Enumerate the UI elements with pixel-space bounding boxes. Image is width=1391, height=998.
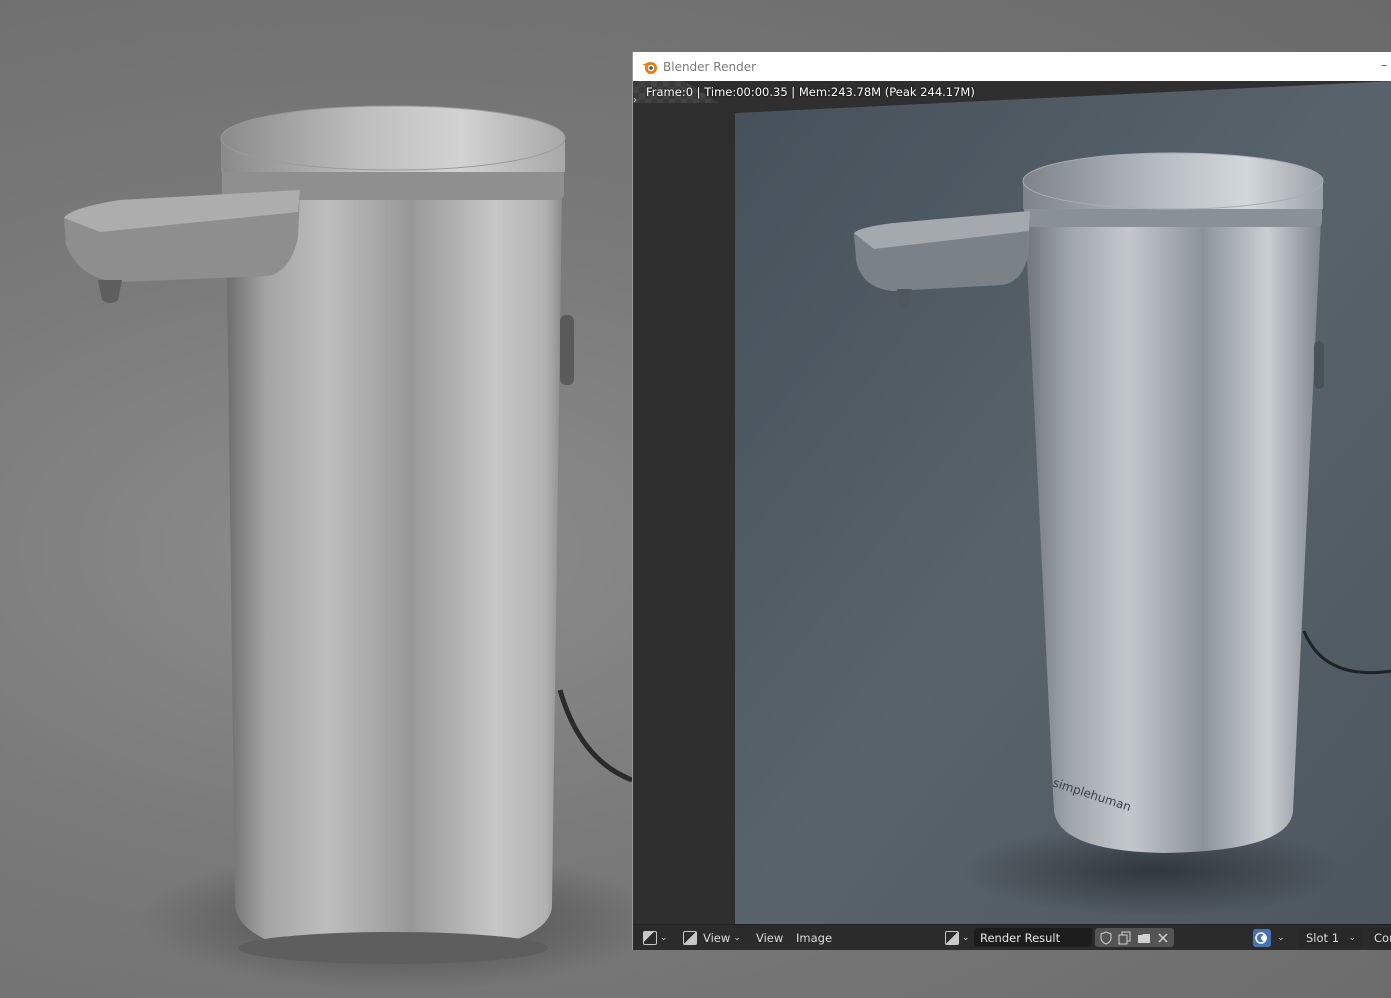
editor-type-button[interactable]: ⌄ bbox=[643, 928, 673, 947]
minimize-button[interactable]: – bbox=[1381, 58, 1391, 72]
dispenser-base bbox=[238, 932, 548, 964]
window-title: Blender Render bbox=[663, 59, 757, 74]
image-editor-area[interactable]: simplehuman Frame:0 | Time:00:00.35 | Me… bbox=[633, 81, 1391, 924]
chevron-down-icon: ⌄ bbox=[660, 932, 668, 943]
slot-dropdown[interactable]: Slot 1 ⌄ bbox=[1298, 928, 1362, 947]
image-pick-icon bbox=[945, 930, 959, 945]
image-name-field[interactable]: Render Result bbox=[974, 928, 1092, 947]
chevron-down-icon: ⌄ bbox=[1348, 932, 1356, 943]
view-mode-dropdown[interactable]: View ⌄ bbox=[683, 928, 741, 947]
view-menu[interactable]: View bbox=[756, 928, 783, 947]
composite-dropdown[interactable]: Com bbox=[1369, 928, 1391, 947]
blender-logo-icon bbox=[642, 61, 657, 74]
render-dispenser-lid bbox=[1022, 152, 1324, 210]
image-editor-header: ⌄ View ⌄ View Image ⌄ Render Result ⌄ Sl… bbox=[633, 924, 1391, 950]
render-window: Blender Render – simplehuman Frame:0 | T… bbox=[632, 52, 1391, 950]
image-menu[interactable]: Image bbox=[796, 928, 832, 947]
image-datablock-tools bbox=[1095, 928, 1174, 947]
open-folder-icon[interactable] bbox=[1137, 931, 1151, 945]
panel-toggle-icon[interactable]: › bbox=[633, 95, 641, 107]
chevron-down-icon: ⌄ bbox=[1277, 932, 1285, 943]
dispenser-body bbox=[226, 190, 562, 960]
render-status: Frame:0 | Time:00:00.35 | Mem:243.78M (P… bbox=[646, 85, 975, 99]
overlay-icon bbox=[1253, 928, 1271, 947]
view-mode-label: View bbox=[703, 930, 731, 945]
viewport-left-render bbox=[64, 105, 632, 990]
chevron-down-icon: ⌄ bbox=[733, 932, 741, 943]
side-sensor bbox=[560, 315, 574, 385]
fake-user-shield-icon[interactable] bbox=[1099, 930, 1113, 945]
toolbar-strip bbox=[633, 103, 684, 924]
render-result-image: simplehuman bbox=[684, 81, 1391, 924]
new-image-icon[interactable] bbox=[1118, 931, 1132, 945]
image-editor-icon bbox=[643, 930, 657, 945]
slot-label: Slot 1 bbox=[1306, 930, 1340, 945]
chevron-down-icon: ⌄ bbox=[962, 932, 970, 943]
unlink-x-icon[interactable] bbox=[1156, 931, 1170, 945]
image-browse-button[interactable]: ⌄ bbox=[945, 928, 970, 947]
render-dispenser-body bbox=[1025, 221, 1321, 853]
view-mode-icon bbox=[683, 930, 697, 945]
overlay-toggle[interactable]: ⌄ bbox=[1253, 928, 1285, 947]
power-cord bbox=[557, 689, 632, 783]
window-titlebar[interactable]: Blender Render – bbox=[633, 52, 1391, 81]
